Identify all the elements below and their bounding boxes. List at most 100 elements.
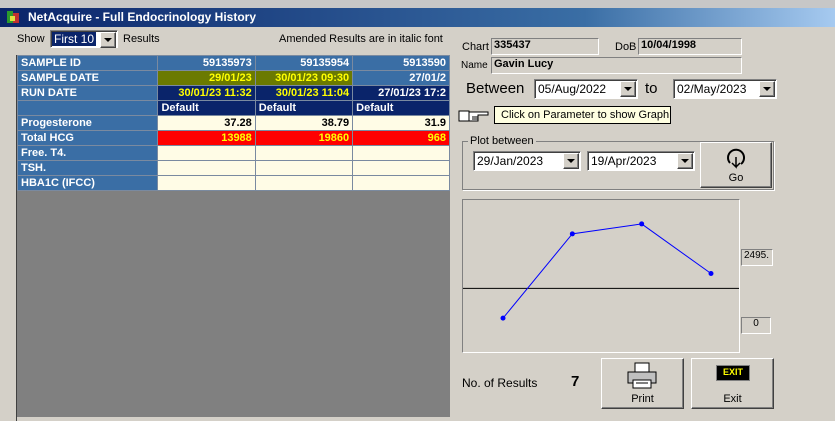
hint-text: Click on Parameter to show Graph (501, 109, 670, 121)
range-to-select[interactable]: 02/May/2023 (673, 79, 777, 99)
refresh-icon (727, 148, 746, 169)
table-row: Total HCG 13988 19860 968 (16, 130, 450, 146)
chevron-down-icon[interactable] (677, 153, 693, 169)
exit-label: Exit (723, 393, 742, 405)
chart-number-field: 335437 (491, 38, 599, 55)
table-row: Progesterone 37.28 38.79 31.9 (16, 115, 450, 131)
horizontal-scrollbar[interactable] (17, 417, 450, 421)
row-header-sample-id[interactable]: SAMPLE ID (16, 55, 159, 71)
chevron-down-icon[interactable] (620, 81, 636, 97)
plot-from-select[interactable]: 29/Jan/2023 (473, 151, 581, 171)
table-row: Default Default Default (16, 100, 450, 116)
show-select[interactable]: First 10 (50, 30, 118, 48)
row-header-free-t4[interactable]: Free. T4. (16, 145, 159, 161)
row-header-progesterone[interactable]: Progesterone (16, 115, 159, 131)
data-point (708, 271, 714, 277)
cell-profile[interactable]: Default (157, 100, 256, 116)
table-row: SAMPLE DATE 29/01/23 30/01/23 09:30 27/0… (16, 70, 450, 86)
pointing-hand-icon (458, 110, 489, 122)
cell-empty[interactable] (157, 160, 256, 176)
cell-empty[interactable] (352, 160, 450, 176)
exit-badge-text: EXIT (722, 367, 743, 377)
go-label: Go (728, 172, 744, 184)
chevron-down-icon[interactable] (759, 81, 775, 97)
printer-icon (627, 362, 657, 389)
cell-progesterone[interactable]: 37.28 (157, 115, 256, 131)
graph-panel[interactable] (462, 199, 740, 353)
results-count-value: 7 (571, 373, 580, 390)
background-strip (0, 0, 835, 8)
cell-total-hcg[interactable]: 13988 (157, 130, 256, 146)
series-line (502, 223, 712, 319)
chevron-down-icon[interactable] (563, 153, 579, 169)
show-label: Show (17, 33, 45, 45)
table-row: TSH. (16, 160, 450, 176)
axis-max-label: 2495. (741, 249, 773, 266)
app-icon (7, 11, 19, 23)
cell-empty[interactable] (254, 175, 354, 191)
line-chart (463, 221, 739, 321)
cell-run-date[interactable]: 30/01/23 11:32 (157, 85, 256, 101)
results-table: SAMPLE ID 59135973 59135954 5913590 SAMP… (16, 55, 450, 191)
patient-name-field: Gavin Lucy (491, 57, 742, 74)
to-label: to (645, 80, 658, 97)
table-row: RUN DATE 30/01/23 11:32 30/01/23 11:04 2… (16, 85, 450, 101)
cell-empty[interactable] (352, 175, 450, 191)
between-label: Between (466, 80, 525, 97)
cell-empty[interactable] (157, 175, 256, 191)
chevron-down-icon[interactable] (100, 32, 116, 48)
row-header-total-hcg[interactable]: Total HCG (16, 130, 159, 146)
range-from-value: 05/Aug/2022 (538, 82, 607, 96)
plot-between-label: Plot between (468, 135, 536, 147)
results-grid[interactable]: SAMPLE ID 59135973 59135954 5913590 SAMP… (16, 55, 450, 421)
plot-to-value: 19/Apr/2023 (591, 154, 657, 168)
range-from-select[interactable]: 05/Aug/2022 (534, 79, 638, 99)
cell-sample-id[interactable]: 59135973 (157, 55, 256, 71)
cell-sample-id[interactable]: 59135954 (254, 55, 354, 71)
amended-note: Amended Results are in italic font (279, 33, 443, 45)
chart-label: Chart (462, 41, 489, 53)
table-row: Free. T4. (16, 145, 450, 161)
row-header-hba1c[interactable]: HBA1C (IFCC) (16, 175, 159, 191)
cell-empty[interactable] (352, 145, 450, 161)
table-row: SAMPLE ID 59135973 59135954 5913590 (16, 55, 450, 71)
results-count-label: No. of Results (462, 376, 538, 390)
row-header-profile (16, 100, 159, 116)
cell-progesterone[interactable]: 38.79 (254, 115, 354, 131)
plot-from-value: 29/Jan/2023 (477, 154, 544, 168)
print-button[interactable]: Print (601, 358, 684, 409)
range-to-value: 02/May/2023 (677, 82, 747, 96)
cell-empty[interactable] (254, 160, 354, 176)
axis-min-label: 0 (741, 317, 771, 334)
row-header-sample-date[interactable]: SAMPLE DATE (16, 70, 159, 86)
cell-empty[interactable] (254, 145, 354, 161)
cell-progesterone[interactable]: 31.9 (352, 115, 450, 131)
print-label: Print (631, 393, 654, 405)
cell-sample-id[interactable]: 5913590 (352, 55, 450, 71)
cell-sample-date[interactable]: 29/01/23 (157, 70, 256, 86)
show-select-value: First 10 (52, 32, 97, 46)
cell-run-date[interactable]: 27/01/23 17:2 (352, 85, 450, 101)
go-button[interactable]: Go (700, 142, 772, 188)
cell-profile[interactable]: Default (254, 100, 354, 116)
row-header-tsh[interactable]: TSH. (16, 160, 159, 176)
data-point (569, 231, 575, 237)
cell-empty[interactable] (157, 145, 256, 161)
cell-run-date[interactable]: 30/01/23 11:04 (254, 85, 354, 101)
cell-profile[interactable]: Default (352, 100, 450, 116)
cell-sample-date[interactable]: 30/01/23 09:30 (254, 70, 354, 86)
plot-to-select[interactable]: 19/Apr/2023 (587, 151, 695, 171)
title-bar[interactable]: NetAcquire - Full Endocrinology History (0, 8, 835, 27)
row-header-run-date[interactable]: RUN DATE (16, 85, 159, 101)
cell-sample-date[interactable]: 27/01/2 (352, 70, 450, 86)
exit-icon: EXIT (716, 365, 750, 381)
cell-total-hcg[interactable]: 968 (352, 130, 450, 146)
data-point (639, 221, 645, 227)
results-label: Results (123, 33, 160, 45)
dob-label: DoB (615, 41, 637, 53)
cell-total-hcg[interactable]: 19860 (254, 130, 354, 146)
exit-button[interactable]: EXIT Exit (691, 358, 774, 409)
window-title: NetAcquire - Full Endocrinology History (28, 10, 257, 24)
name-label: Name (461, 60, 488, 71)
dob-field: 10/04/1998 (638, 38, 742, 55)
